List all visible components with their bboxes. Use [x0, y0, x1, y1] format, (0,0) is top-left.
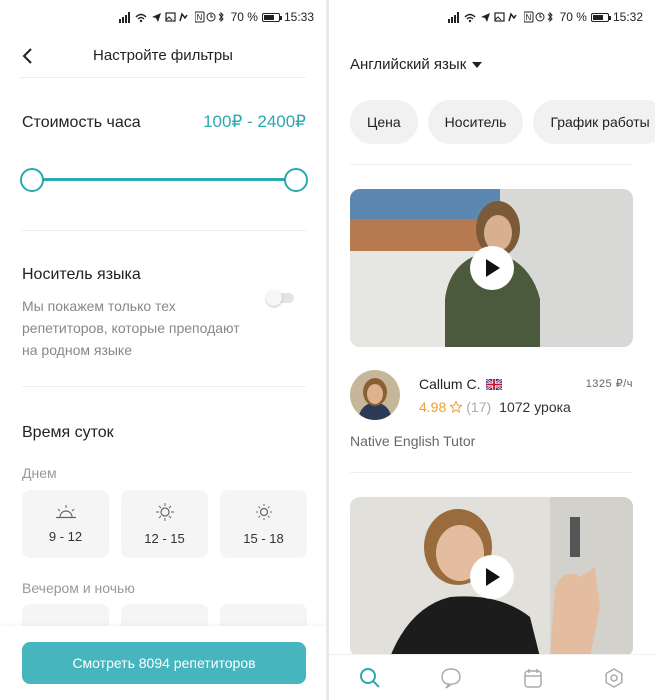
price-range-value: 100₽ - 2400₽ [203, 112, 306, 131]
svg-text:N: N [196, 13, 202, 22]
tutor-name: Callum C. [419, 376, 481, 392]
filters-screen: N 70 % 15:33 Настройте фильтры Стоимость… [0, 0, 326, 700]
native-speaker-toggle[interactable] [266, 290, 296, 306]
battery-icon [590, 12, 611, 22]
battery-icon [261, 12, 282, 22]
time-slot-afternoon[interactable]: 15 - 18 [220, 490, 307, 558]
back-arrow-icon [22, 48, 32, 64]
play-button[interactable] [469, 246, 514, 290]
caret-down-icon [472, 61, 483, 68]
calendar-icon [524, 668, 542, 688]
clock: 15:32 [612, 10, 643, 24]
time-slot-label: 9 - 12 [48, 528, 83, 544]
signal-icons [341, 11, 524, 23]
play-icon [485, 568, 500, 586]
tutor-rating: 4.98 [419, 399, 447, 415]
time-slot-morning[interactable]: 9 - 12 [22, 490, 109, 558]
time-of-day-title: Время суток [22, 424, 114, 441]
time-slot-midday[interactable]: 12 - 15 [121, 490, 208, 558]
tutor-video-thumbnail[interactable] [350, 189, 633, 347]
nav-messages[interactable] [431, 658, 471, 698]
play-icon [485, 259, 500, 277]
tutor-price: 1325 ₽/ч [585, 378, 633, 390]
status-bar: N 70 % 15:33 [0, 0, 326, 34]
time-slot-label: 15 - 18 [243, 530, 284, 546]
price-range-slider[interactable] [20, 168, 308, 192]
back-button[interactable] [16, 44, 40, 68]
cta-bar: Смотреть 8094 репетиторов [0, 626, 326, 700]
price-label: Стоимость часа [22, 114, 141, 131]
tutor-avatar-image [350, 370, 400, 420]
tutor-video-thumbnail[interactable] [350, 497, 633, 657]
bottom-navigation [329, 654, 655, 700]
status-bar: N 70 % 15:32 [329, 0, 655, 34]
tutor-reviews-count: (17) [466, 399, 492, 415]
tutor-tagline: Native English Tutor [350, 433, 476, 449]
time-slot-label: 12 - 15 [144, 530, 185, 546]
search-icon [359, 667, 380, 688]
sunrise-icon [55, 504, 76, 518]
divider [22, 230, 306, 231]
slider-min-handle[interactable] [20, 168, 44, 192]
battery-percent: 70 % [230, 10, 258, 24]
chip-price[interactable]: Цена [350, 100, 418, 144]
nfc-bt-icons: N [194, 11, 227, 23]
play-button[interactable] [469, 555, 514, 599]
divider [350, 472, 633, 473]
native-speaker-description: Мы покажем только тех репетиторов, котор… [22, 298, 240, 358]
signal-icons [12, 11, 195, 23]
uk-flag-icon [486, 378, 503, 390]
chip-schedule[interactable]: График работы [533, 100, 655, 144]
svg-text:N: N [525, 13, 531, 22]
show-tutors-button[interactable]: Смотреть 8094 репетиторов [22, 642, 306, 684]
avatar[interactable] [350, 370, 400, 420]
nav-calendar[interactable] [513, 658, 553, 698]
language-label: Английский язык [350, 56, 467, 73]
nav-settings[interactable] [594, 658, 634, 698]
gear-icon [605, 667, 623, 688]
sun-icon [155, 502, 174, 521]
slider-max-handle[interactable] [284, 168, 308, 192]
tutor-card[interactable]: Callum C. 1325 ₽/ч 4.98 (17) 1072 урока [350, 370, 633, 422]
battery-percent: 70 % [559, 10, 587, 24]
chip-native[interactable]: Носитель [427, 100, 524, 144]
star-icon [450, 401, 463, 413]
nfc-bt-icons: N [523, 11, 556, 23]
nav-search[interactable] [350, 658, 390, 698]
page-title: Настройте фильтры [93, 47, 233, 64]
day-label: Днем [22, 465, 57, 481]
language-selector[interactable]: Английский язык [350, 56, 483, 73]
divider [350, 164, 633, 165]
catalog-screen: N 70 % 15:32 Английский язык Цена Носите… [329, 0, 655, 700]
chat-bubble-icon [441, 667, 462, 689]
evening-label: Вечером и ночью [22, 580, 135, 596]
tutor-lessons-count: 1072 урока [499, 399, 571, 415]
filter-chips: Цена Носитель График работы [350, 100, 655, 144]
clock: 15:33 [283, 10, 314, 24]
slider-track [32, 178, 296, 181]
native-speaker-title: Носитель языка [22, 266, 141, 283]
filters-header: Настройте фильтры [20, 34, 306, 78]
divider [22, 386, 306, 387]
price-filter: Стоимость часа 100₽ - 2400₽ [22, 112, 306, 132]
sun-icon [255, 503, 272, 520]
day-slots: 9 - 12 12 - 15 15 - 18 [22, 490, 307, 558]
